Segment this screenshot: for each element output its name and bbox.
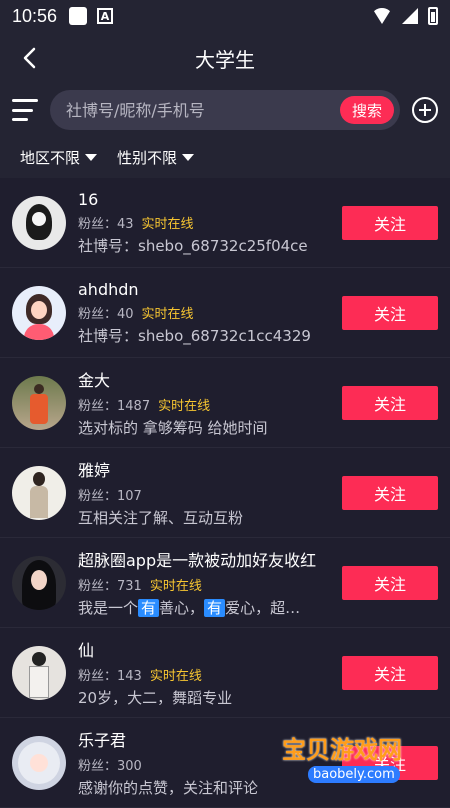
- list-item[interactable]: 16 粉丝：43 实时在线 社博号：shebo_68732c25f04ce 关注: [0, 178, 450, 268]
- user-bio: 我是一个有善心，有爱心，超…: [78, 597, 330, 618]
- follow-button[interactable]: 关注: [342, 295, 438, 330]
- follow-button[interactable]: 关注: [342, 475, 438, 510]
- user-name: 金大: [78, 371, 111, 390]
- fans-count: 粉丝：300: [78, 759, 142, 774]
- user-name: 超脉圈app是一款被动加好友收红: [78, 551, 317, 570]
- follow-button[interactable]: 关注: [342, 385, 438, 420]
- bio-text: 善心，: [159, 599, 205, 617]
- gender-filter[interactable]: 性别不限: [117, 147, 195, 168]
- bio-text: 我是一个: [78, 599, 139, 617]
- online-status: 实时在线: [149, 669, 202, 684]
- list-item[interactable]: 雅婷 粉丝：107 互相关注了解、互动互粉 关注: [0, 448, 450, 538]
- follow-button[interactable]: 关注: [342, 205, 438, 240]
- list-item[interactable]: 金大 粉丝：1487 实时在线 选对标的 拿够筹码 给她时间 关注: [0, 358, 450, 448]
- list-item[interactable]: 超脉圈app是一款被动加好友收红 粉丝：731 实时在线 我是一个有善心，有爱心，…: [0, 538, 450, 628]
- search-button[interactable]: 搜索: [339, 96, 394, 124]
- user-name: 雅婷: [78, 461, 111, 480]
- wifi-icon: [372, 8, 392, 24]
- avatar[interactable]: [12, 375, 66, 430]
- fans-count: 粉丝：143: [78, 669, 142, 684]
- caret-down-icon: [85, 153, 98, 161]
- fans-count: 粉丝：1487: [78, 399, 151, 414]
- search-input[interactable]: [64, 99, 340, 121]
- avatar[interactable]: [12, 285, 66, 340]
- region-filter-label: 地区不限: [20, 148, 81, 167]
- user-name: ahdhdn: [78, 279, 139, 299]
- status-time: 10:56: [12, 5, 58, 26]
- back-arrow-icon[interactable]: [20, 46, 40, 70]
- user-bio: 选对标的 拿够筹码 给她时间: [78, 419, 268, 437]
- status-bar: 10:56 A: [0, 0, 450, 32]
- avatar[interactable]: [12, 645, 66, 700]
- fans-count: 粉丝：43: [78, 216, 134, 232]
- user-bio: 20岁，大二，舞蹈专业: [78, 689, 233, 707]
- follow-button[interactable]: 关注: [342, 745, 438, 780]
- notification-icon: [69, 7, 88, 25]
- search-row: 搜索: [0, 84, 450, 136]
- online-status: 实时在线: [141, 306, 194, 322]
- signal-icon: [402, 8, 418, 24]
- avatar[interactable]: [12, 735, 66, 790]
- user-name: 仙: [78, 641, 95, 660]
- user-name: 乐子君: [78, 731, 127, 750]
- user-bio: 互相关注了解、互动互粉: [78, 509, 244, 527]
- bio-text: 爱心，超…: [225, 599, 301, 617]
- user-bio: 社博号：shebo_68732c1cc4329: [78, 326, 311, 345]
- add-icon[interactable]: [412, 97, 438, 123]
- title-bar: 大学生: [0, 32, 450, 84]
- bio-tag: 有: [204, 599, 226, 617]
- bio-tag: 有: [138, 599, 160, 617]
- fans-count: 粉丝：731: [78, 579, 142, 594]
- avatar[interactable]: [12, 555, 66, 610]
- region-filter[interactable]: 地区不限: [20, 147, 98, 168]
- list-item[interactable]: 仙 粉丝：143 实时在线 20岁，大二，舞蹈专业 关注: [0, 628, 450, 718]
- gender-filter-label: 性别不限: [117, 148, 178, 167]
- fans-count: 粉丝：40: [78, 306, 134, 322]
- caret-down-icon: [182, 153, 195, 161]
- online-status: 实时在线: [149, 579, 202, 594]
- avatar[interactable]: [12, 465, 66, 520]
- keyboard-a-icon: A: [97, 8, 114, 24]
- filter-bar: 地区不限 性别不限: [0, 136, 450, 178]
- avatar[interactable]: [12, 195, 66, 250]
- menu-icon[interactable]: [12, 99, 38, 121]
- page-title: 大学生: [195, 47, 255, 72]
- list-item[interactable]: 乐子君 粉丝：300 感谢你的点赞，关注和评论 关注: [0, 718, 450, 808]
- online-status: 实时在线: [141, 216, 194, 232]
- fans-count: 粉丝：107: [78, 489, 142, 504]
- online-status: 实时在线: [158, 399, 211, 414]
- list-item[interactable]: ahdhdn 粉丝：40 实时在线 社博号：shebo_68732c1cc4329…: [0, 268, 450, 358]
- search-box: 搜索: [50, 90, 400, 130]
- battery-icon: [428, 7, 438, 25]
- user-list: 16 粉丝：43 实时在线 社博号：shebo_68732c25f04ce 关注 …: [0, 178, 450, 808]
- user-name: 16: [78, 189, 99, 209]
- user-bio: 感谢你的点赞，关注和评论: [78, 779, 259, 797]
- user-bio: 社博号：shebo_68732c25f04ce: [78, 236, 308, 255]
- follow-button[interactable]: 关注: [342, 655, 438, 690]
- follow-button[interactable]: 关注: [342, 565, 438, 600]
